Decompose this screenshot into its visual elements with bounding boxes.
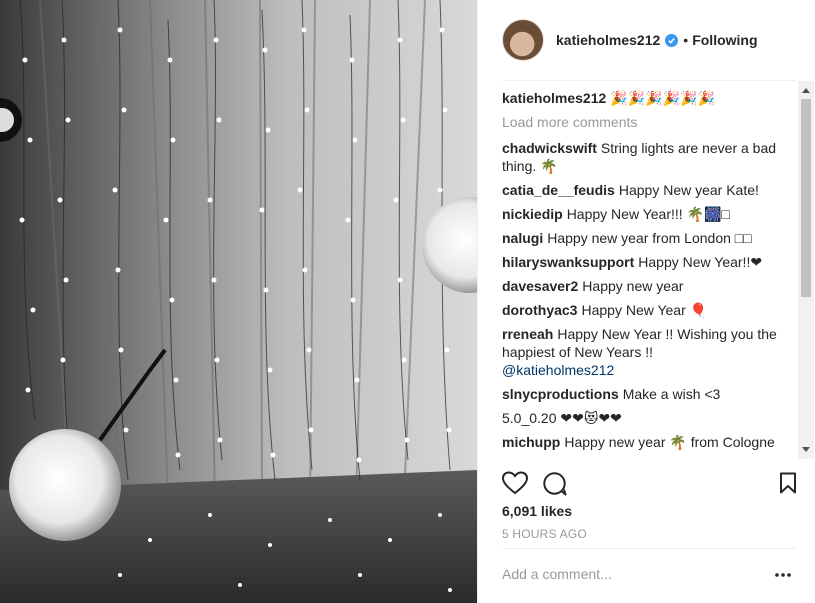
following-button[interactable]: Following	[692, 32, 757, 48]
comment-text: Happy new year from London □□	[547, 230, 752, 246]
list-item: chadwickswift String lights are never a b…	[502, 139, 792, 175]
avatar[interactable]	[502, 19, 544, 61]
caption: katieholmes212 🎉🎉🎉🎉🎉🎉	[502, 89, 792, 107]
list-item: slnycproductions Make a wish <3	[502, 385, 792, 403]
separator-dot: •	[683, 32, 689, 48]
comment-text: Happy New year Kate!	[618, 182, 759, 198]
comment-username[interactable]: michupp	[502, 434, 560, 450]
comment-username[interactable]: catia_de__feudis	[502, 182, 615, 198]
heart-icon[interactable]	[502, 471, 528, 495]
comment-username[interactable]: davesaver2	[502, 278, 578, 294]
comment-text: Make a wish <3	[622, 386, 721, 402]
caption-username[interactable]: katieholmes212	[502, 90, 606, 106]
list-item: catia_de__feudis Happy New year Kate!	[502, 181, 792, 199]
scrollbar-thumb[interactable]	[801, 99, 811, 297]
list-item: nickiedip Happy New Year!!! 🌴🎆□	[502, 205, 792, 223]
list-item: 5.0_0.20 ❤❤😻❤❤	[502, 409, 792, 427]
list-item: rreneah Happy New Year !! Wishing you the…	[502, 325, 792, 379]
comment-icon[interactable]	[542, 471, 567, 496]
comment-username[interactable]: slnycproductions	[502, 386, 619, 402]
post-photo-image	[0, 0, 477, 603]
divider	[502, 80, 797, 81]
list-item: hilaryswanksupport Happy New Year!!❤	[502, 253, 792, 271]
comment-username[interactable]: hilaryswanksupport	[502, 254, 634, 270]
comment-username[interactable]: nickiedip	[502, 206, 563, 222]
comment-text: 5.0_0.20 ❤❤😻❤❤	[502, 410, 622, 426]
comment-username[interactable]: dorothyac3	[502, 302, 577, 318]
comments-scrollbar[interactable]	[798, 81, 814, 459]
comment-username[interactable]: rreneah	[502, 326, 553, 342]
list-item: nalugi Happy new year from London □□	[502, 229, 792, 247]
post-timestamp: 5 HOURS AGO	[502, 527, 587, 541]
list-item: dorothyac3 Happy New Year 🎈	[502, 301, 792, 319]
comment-text: Happy New Year 🎈	[581, 302, 708, 318]
load-more-comments-link[interactable]: Load more comments	[502, 113, 792, 131]
comment-text: Happy New Year!!! 🌴🎆□	[566, 206, 730, 222]
likes-count[interactable]: 6,091 likes	[502, 503, 572, 519]
post-details-panel: katieholmes212 • Following katieholmes21…	[477, 0, 815, 603]
verified-icon	[665, 33, 679, 47]
add-comment-input[interactable]	[502, 566, 742, 582]
mention-link[interactable]: @katieholmes212	[502, 362, 614, 378]
divider	[502, 548, 797, 549]
caption-text: 🎉🎉🎉🎉🎉🎉	[610, 90, 715, 106]
comments-list[interactable]: katieholmes212 🎉🎉🎉🎉🎉🎉 Load more comments …	[502, 89, 792, 459]
list-item: michupp Happy new year 🌴 from Cologne	[502, 433, 792, 451]
comment-text: Happy New Year!!❤	[638, 254, 763, 270]
comment-username[interactable]: nalugi	[502, 230, 543, 246]
list-item: davesaver2 Happy new year	[502, 277, 792, 295]
post-author-username[interactable]: katieholmes212	[556, 32, 660, 48]
post-header: katieholmes212 • Following	[478, 0, 815, 80]
more-options-icon[interactable]	[774, 566, 792, 584]
scroll-up-icon[interactable]	[798, 83, 814, 97]
comment-text: Happy new year	[582, 278, 684, 294]
post-actions	[502, 470, 797, 496]
comment-text: Happy new year 🌴 from Cologne	[564, 434, 775, 450]
comment-username[interactable]: chadwickswift	[502, 140, 597, 156]
scroll-down-icon[interactable]	[798, 443, 814, 457]
bookmark-icon[interactable]	[779, 472, 797, 494]
post-photo[interactable]	[0, 0, 477, 603]
